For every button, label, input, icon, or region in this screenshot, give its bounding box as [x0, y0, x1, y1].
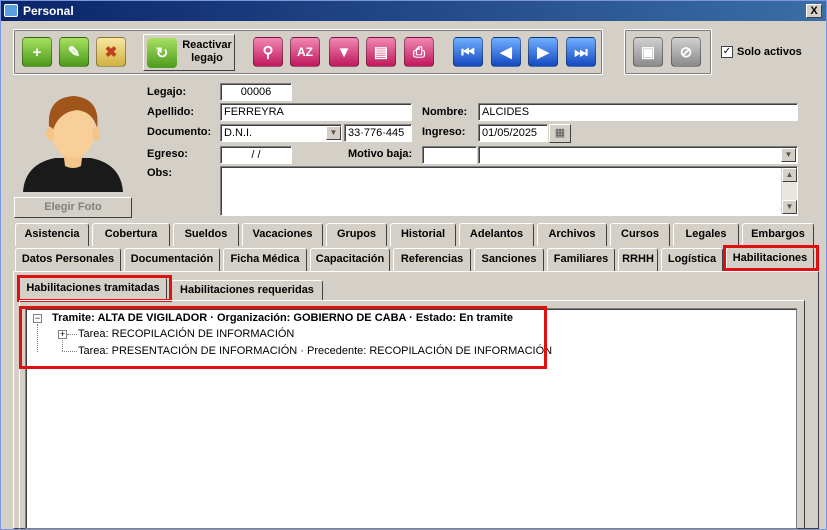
avatar	[23, 96, 123, 192]
obs-label: Obs:	[147, 167, 173, 179]
previous-record-icon[interactable]: ◀	[491, 37, 521, 67]
title-bar: Personal X	[1, 1, 826, 21]
tab-cobertura[interactable]: Cobertura	[92, 223, 170, 246]
reactivar-label: Reactivar legajo	[182, 39, 232, 64]
scroll-down-icon[interactable]: ▼	[782, 200, 797, 214]
tree-child-recopilacion[interactable]: Tarea: RECOPILACIÓN DE INFORMACIÓN	[78, 328, 294, 340]
motivo-baja-label: Motivo baja:	[348, 148, 413, 160]
add-icon[interactable]: +	[22, 37, 52, 67]
tab-vacaciones[interactable]: Vacaciones	[242, 223, 323, 246]
tab-asistencia[interactable]: Asistencia	[15, 223, 89, 246]
last-record-icon[interactable]: ⏭	[566, 37, 596, 67]
elegir-foto-button[interactable]: Elegir Foto	[14, 197, 132, 218]
delete-icon[interactable]: ✖	[96, 37, 126, 67]
tree-expand-icon[interactable]: +	[58, 330, 67, 339]
subtab-habilitaciones-requeridas[interactable]: Habilitaciones requeridas	[171, 280, 323, 301]
obs-scrollbar[interactable]: ▲ ▼	[781, 168, 797, 214]
habilitaciones-tree[interactable]: − Tramite: ALTA DE VIGILADOR · Organizac…	[25, 308, 797, 529]
report-icon[interactable]: ▤	[366, 37, 396, 67]
ingreso-field[interactable]: 01/05/2025	[478, 124, 548, 142]
egreso-field[interactable]: / /	[220, 146, 292, 164]
tab-adelantos[interactable]: Adelantos	[459, 223, 534, 246]
edit-icon[interactable]: ✎	[59, 37, 89, 67]
nombre-label: Nombre:	[422, 106, 468, 118]
documento-tipo-dropdown-icon[interactable]: ▼	[326, 126, 341, 140]
close-button[interactable]: X	[806, 4, 822, 18]
tree-connector	[62, 351, 77, 352]
legajo-field[interactable]: 00006	[220, 83, 292, 101]
window-title: Personal	[23, 4, 74, 18]
reactivar-legajo-button[interactable]: ↻ Reactivar legajo	[143, 34, 235, 71]
tab-sanciones[interactable]: Sanciones	[474, 248, 544, 271]
tab-habilitaciones[interactable]: Habilitaciones	[726, 247, 814, 269]
tab-cursos[interactable]: Cursos	[610, 223, 670, 246]
apellido-label: Apellido:	[147, 106, 195, 118]
tab-legales[interactable]: Legales	[673, 223, 739, 246]
legajo-label: Legajo:	[147, 86, 187, 98]
tree-collapse-icon[interactable]: −	[33, 314, 42, 323]
tree-connector	[37, 324, 38, 352]
cancel-icon[interactable]: ⊘	[671, 37, 701, 67]
app-icon	[4, 4, 18, 17]
tree-connector	[67, 334, 77, 335]
motivo-baja-dropdown-icon[interactable]: ▼	[781, 148, 796, 162]
subtab-habilitaciones-tramitadas[interactable]: Habilitaciones tramitadas	[19, 277, 167, 299]
tab-grupos[interactable]: Grupos	[326, 223, 387, 246]
tab-documentacion[interactable]: Documentación	[124, 248, 220, 271]
tab-ficha-medica[interactable]: Ficha Médica	[223, 248, 307, 271]
first-record-icon[interactable]: ⏮	[453, 37, 483, 67]
documento-tipo-select[interactable]: D.N.I.	[220, 124, 342, 142]
documento-numero-field[interactable]: 33·776·445	[344, 124, 412, 142]
tab-logistica[interactable]: Logística	[661, 248, 723, 271]
reactivate-icon: ↻	[147, 38, 177, 68]
motivo-baja-select[interactable]	[478, 146, 798, 164]
tab-datos-personales[interactable]: Datos Personales	[15, 248, 121, 271]
tab-rrhh[interactable]: RRHH	[618, 248, 658, 271]
tree-child-presentacion[interactable]: Tarea: PRESENTACIÓN DE INFORMACIÓN · Pre…	[78, 345, 552, 357]
tab-referencias[interactable]: Referencias	[393, 248, 471, 271]
tab-historial[interactable]: Historial	[390, 223, 456, 246]
documento-label: Documento:	[147, 126, 212, 138]
tab-capacitacion[interactable]: Capacitación	[310, 248, 390, 271]
egreso-label: Egreso:	[147, 148, 188, 160]
calendar-icon[interactable]: ▦	[549, 124, 571, 143]
apellido-field[interactable]: FERREYRA	[220, 103, 412, 121]
print-icon[interactable]: ⎙	[404, 37, 434, 67]
solo-activos-label: Solo activos	[737, 46, 802, 58]
tree-connector	[62, 340, 63, 351]
tree-root-node[interactable]: Tramite: ALTA DE VIGILADOR · Organizació…	[52, 312, 513, 324]
nombre-field[interactable]: ALCIDES	[478, 103, 798, 121]
search-icon[interactable]: ⚲	[253, 37, 283, 67]
filter-icon[interactable]: ▼	[329, 37, 359, 67]
tab-sueldos[interactable]: Sueldos	[173, 223, 239, 246]
obs-textarea[interactable]	[220, 166, 798, 216]
tab-archivos[interactable]: Archivos	[537, 223, 607, 246]
personal-window: Personal X + ✎ ✖ ↻ Reactivar legajo ⚲ AZ …	[0, 0, 827, 530]
scroll-up-icon[interactable]: ▲	[782, 168, 797, 182]
save-icon[interactable]: ▣	[633, 37, 663, 67]
ingreso-label: Ingreso:	[422, 126, 466, 138]
tab-familiares[interactable]: Familiares	[547, 248, 615, 271]
next-record-icon[interactable]: ▶	[528, 37, 558, 67]
motivo-baja-code-field[interactable]	[422, 146, 477, 164]
tab-embargos[interactable]: Embargos	[742, 223, 814, 246]
sort-icon[interactable]: AZ	[290, 37, 320, 67]
solo-activos-checkbox[interactable]: ✓	[721, 46, 733, 58]
